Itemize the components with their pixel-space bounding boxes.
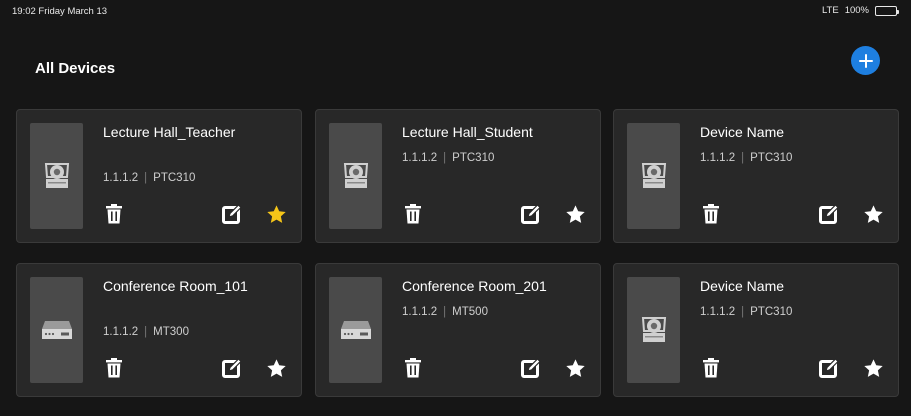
device-name: Lecture Hall_Student — [402, 124, 533, 140]
add-device-button[interactable] — [851, 46, 880, 75]
status-indicators: LTE 100% — [821, 5, 899, 16]
delete-button[interactable] — [402, 203, 424, 225]
device-model: PTC310 — [153, 172, 196, 184]
plus-icon — [858, 53, 873, 68]
battery-label: 100% — [844, 5, 869, 16]
battery-icon — [875, 5, 899, 16]
star-icon — [863, 204, 883, 223]
device-name: Device Name — [700, 278, 785, 294]
device-ip: 1.1.1.2 — [402, 306, 438, 318]
device-card[interactable]: Lecture Hall_Student 1.1.1.2 | PTC310 — [315, 109, 601, 243]
device-model: MT300 — [153, 326, 189, 338]
device-name: Conference Room_101 — [103, 278, 248, 294]
edit-button[interactable] — [818, 203, 840, 225]
edit-icon — [222, 204, 242, 224]
trash-icon — [405, 204, 421, 224]
device-card[interactable]: Device Name 1.1.1.2 | PTC310 — [613, 109, 899, 243]
device-thumbnail — [627, 123, 680, 229]
device-model: PTC310 — [750, 306, 793, 318]
ptz-camera-icon — [641, 317, 666, 342]
device-name: Conference Room_201 — [402, 278, 547, 294]
favorite-button[interactable] — [265, 357, 287, 379]
media-box-icon — [41, 321, 72, 339]
star-icon — [863, 358, 883, 377]
trash-icon — [106, 204, 122, 224]
trash-icon — [405, 358, 421, 378]
device-ip: 1.1.1.2 — [700, 152, 736, 164]
delete-button[interactable] — [402, 357, 424, 379]
device-name: Device Name — [700, 124, 785, 140]
device-thumbnail — [329, 277, 382, 383]
device-ip: 1.1.1.2 — [103, 172, 139, 184]
device-name: Lecture Hall_Teacher — [103, 124, 236, 140]
device-model: MT500 — [452, 306, 488, 318]
favorite-button[interactable] — [564, 203, 586, 225]
ptz-camera-icon — [641, 163, 666, 188]
device-meta: 1.1.1.2 | PTC310 — [103, 172, 196, 184]
star-icon — [266, 204, 286, 223]
edit-button[interactable] — [818, 357, 840, 379]
edit-icon — [819, 358, 839, 378]
delete-button[interactable] — [700, 203, 722, 225]
device-ip: 1.1.1.2 — [700, 306, 736, 318]
favorite-button[interactable] — [265, 203, 287, 225]
device-card[interactable]: Device Name 1.1.1.2 | PTC310 — [613, 263, 899, 397]
device-meta: 1.1.1.2 | PTC310 — [700, 306, 793, 318]
network-label: LTE — [821, 5, 839, 16]
delete-button[interactable] — [700, 357, 722, 379]
device-ip: 1.1.1.2 — [402, 152, 438, 164]
trash-icon — [703, 204, 719, 224]
edit-icon — [521, 358, 541, 378]
status-bar: 19:02 Friday March 13 LTE 100% — [0, 0, 911, 24]
page-title: All Devices — [35, 60, 116, 77]
device-meta: 1.1.1.2 | MT500 — [402, 306, 488, 318]
ptz-camera-icon — [44, 163, 69, 188]
delete-button[interactable] — [103, 357, 125, 379]
device-thumbnail — [30, 277, 83, 383]
favorite-button[interactable] — [862, 203, 884, 225]
trash-icon — [106, 358, 122, 378]
device-thumbnail — [329, 123, 382, 229]
trash-icon — [703, 358, 719, 378]
device-meta: 1.1.1.2 | PTC310 — [402, 152, 495, 164]
edit-icon — [222, 358, 242, 378]
device-thumbnail — [30, 123, 83, 229]
device-card[interactable]: Conference Room_101 1.1.1.2 | MT300 — [16, 263, 302, 397]
favorite-button[interactable] — [862, 357, 884, 379]
delete-button[interactable] — [103, 203, 125, 225]
ptz-camera-icon — [343, 163, 368, 188]
edit-button[interactable] — [520, 357, 542, 379]
star-icon — [266, 358, 286, 377]
device-thumbnail — [627, 277, 680, 383]
device-card[interactable]: Conference Room_201 1.1.1.2 | MT500 — [315, 263, 601, 397]
device-ip: 1.1.1.2 — [103, 326, 139, 338]
status-time: 19:02 Friday March 13 — [12, 6, 108, 17]
edit-icon — [819, 204, 839, 224]
edit-icon — [521, 204, 541, 224]
media-box-icon — [340, 321, 371, 339]
device-model: PTC310 — [750, 152, 793, 164]
edit-button[interactable] — [520, 203, 542, 225]
device-model: PTC310 — [452, 152, 495, 164]
device-meta: 1.1.1.2 | MT300 — [103, 326, 189, 338]
device-meta: 1.1.1.2 | PTC310 — [700, 152, 793, 164]
edit-button[interactable] — [221, 357, 243, 379]
edit-button[interactable] — [221, 203, 243, 225]
star-icon — [565, 358, 585, 377]
device-card[interactable]: Lecture Hall_Teacher 1.1.1.2 | PTC310 — [16, 109, 302, 243]
star-icon — [565, 204, 585, 223]
favorite-button[interactable] — [564, 357, 586, 379]
